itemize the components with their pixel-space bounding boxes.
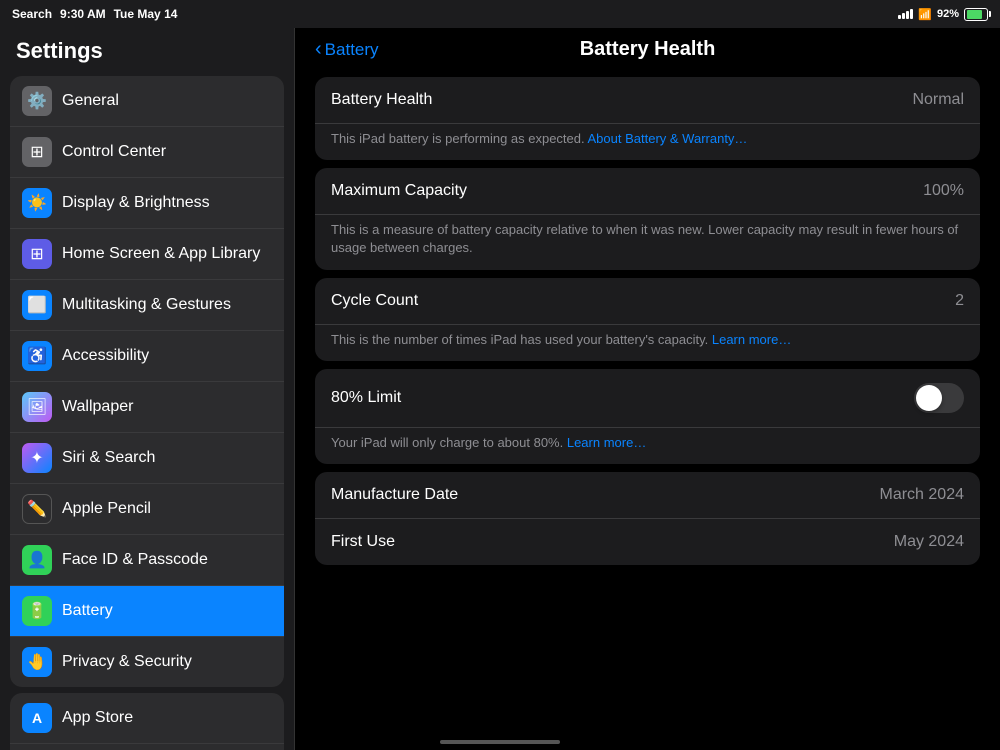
battery-health-value: Normal [912, 91, 964, 109]
limit-label: 80% Limit [331, 389, 401, 407]
wallpaper-icon: 🖼 [22, 392, 52, 422]
sidebar-item-wallpaper[interactable]: 🖼 Wallpaper [10, 382, 284, 433]
siri-label: Siri & Search [62, 449, 272, 467]
sidebar-item-control-center[interactable]: ⊞ Control Center [10, 127, 284, 178]
battery-health-note: This iPad battery is performing as expec… [315, 124, 980, 160]
cycle-count-note: This is the number of times iPad has use… [315, 325, 980, 361]
toggle-knob [916, 385, 942, 411]
privacy-label: Privacy & Security [62, 653, 272, 671]
general-label: General [62, 92, 272, 110]
limit-section: 80% Limit Your iPad will only charge to … [315, 369, 980, 464]
sidebar-item-display[interactable]: ☀️ Display & Brightness [10, 178, 284, 229]
face-id-label: Face ID & Passcode [62, 551, 272, 569]
sidebar-title: Settings [0, 28, 294, 70]
max-capacity-value: 100% [923, 182, 964, 200]
control-center-icon: ⊞ [22, 137, 52, 167]
cycle-count-value: 2 [955, 292, 964, 310]
sidebar-section-2: A App Store 💳 Wallet & Apple Pay [10, 693, 284, 750]
battery-health-row: Battery Health Normal [315, 77, 980, 124]
back-chevron-icon: ‹ [315, 38, 322, 61]
privacy-icon: 🤚 [22, 647, 52, 677]
display-label: Display & Brightness [62, 194, 272, 212]
battery-health-label: Battery Health [331, 91, 432, 109]
battery-warranty-link[interactable]: About Battery & Warranty… [588, 131, 748, 146]
max-capacity-label: Maximum Capacity [331, 182, 467, 200]
battery-health-section: Battery Health Normal This iPad battery … [315, 77, 980, 160]
sidebar-item-general[interactable]: ⚙️ General [10, 76, 284, 127]
max-capacity-row: Maximum Capacity 100% [315, 168, 980, 215]
sidebar-item-wallet[interactable]: 💳 Wallet & Apple Pay [10, 744, 284, 750]
home-indicator [440, 740, 560, 744]
sidebar: Settings ⚙️ General ⊞ Control Center ☀️ … [0, 28, 295, 750]
accessibility-icon: ♿ [22, 341, 52, 371]
main-header: ‹ Battery Battery Health [295, 28, 1000, 69]
sidebar-item-home-screen[interactable]: ⊞ Home Screen & App Library [10, 229, 284, 280]
back-button[interactable]: ‹ Battery [315, 38, 379, 61]
sidebar-item-app-store[interactable]: A App Store [10, 693, 284, 744]
display-icon: ☀️ [22, 188, 52, 218]
sidebar-section-1: ⚙️ General ⊞ Control Center ☀️ Display &… [10, 76, 284, 687]
face-id-icon: 👤 [22, 545, 52, 575]
cycle-count-link[interactable]: Learn more… [712, 332, 791, 347]
max-capacity-section: Maximum Capacity 100% This is a measure … [315, 168, 980, 269]
manufacture-date-row: Manufacture Date March 2024 [315, 472, 980, 519]
home-screen-icon: ⊞ [22, 239, 52, 269]
apple-pencil-label: Apple Pencil [62, 500, 272, 518]
manufacture-date-value: March 2024 [880, 486, 965, 504]
limit-note: Your iPad will only charge to about 80%.… [315, 428, 980, 464]
sidebar-item-battery[interactable]: 🔋 Battery [10, 586, 284, 637]
limit-row: 80% Limit [315, 369, 980, 428]
cycle-count-row: Cycle Count 2 [315, 278, 980, 325]
siri-icon: ✦ [22, 443, 52, 473]
multitasking-label: Multitasking & Gestures [62, 296, 272, 314]
main-content: ‹ Battery Battery Health Battery Health … [295, 28, 1000, 750]
battery-icon [964, 8, 988, 21]
search-label: Search [12, 7, 52, 21]
time-label: 9:30 AM [60, 7, 106, 21]
first-use-label: First Use [331, 533, 395, 551]
sidebar-item-accessibility[interactable]: ♿ Accessibility [10, 331, 284, 382]
page-title: Battery Health [580, 38, 716, 61]
max-capacity-note: This is a measure of battery capacity re… [315, 215, 980, 269]
sidebar-item-siri[interactable]: ✦ Siri & Search [10, 433, 284, 484]
sidebar-item-multitasking[interactable]: ⬜ Multitasking & Gestures [10, 280, 284, 331]
app-store-label: App Store [62, 709, 272, 727]
limit-learn-more-link[interactable]: Learn more… [567, 435, 646, 450]
control-center-label: Control Center [62, 143, 272, 161]
sidebar-item-privacy[interactable]: 🤚 Privacy & Security [10, 637, 284, 687]
cycle-count-label: Cycle Count [331, 292, 418, 310]
date-label: Tue May 14 [114, 7, 178, 21]
app-store-icon: A [22, 703, 52, 733]
signal-icon [898, 9, 913, 19]
status-left: Search 9:30 AM Tue May 14 [12, 7, 177, 21]
battery-label: Battery [62, 602, 272, 620]
home-screen-label: Home Screen & App Library [62, 245, 272, 263]
status-bar: Search 9:30 AM Tue May 14 📶 92% [0, 0, 1000, 28]
app-container: Settings ⚙️ General ⊞ Control Center ☀️ … [0, 28, 1000, 750]
wallpaper-label: Wallpaper [62, 398, 272, 416]
battery-percent: 92% [937, 8, 959, 20]
cycle-count-section: Cycle Count 2 This is the number of time… [315, 278, 980, 361]
accessibility-label: Accessibility [62, 347, 272, 365]
sidebar-item-face-id[interactable]: 👤 Face ID & Passcode [10, 535, 284, 586]
general-icon: ⚙️ [22, 86, 52, 116]
sidebar-item-apple-pencil[interactable]: ✏️ Apple Pencil [10, 484, 284, 535]
apple-pencil-icon: ✏️ [22, 494, 52, 524]
first-use-value: May 2024 [894, 533, 964, 551]
wifi-icon: 📶 [918, 8, 932, 21]
status-right: 📶 92% [898, 8, 988, 21]
limit-toggle[interactable] [914, 383, 964, 413]
back-label: Battery [325, 40, 379, 60]
first-use-row: First Use May 2024 [315, 519, 980, 565]
battery-sidebar-icon: 🔋 [22, 596, 52, 626]
multitasking-icon: ⬜ [22, 290, 52, 320]
manufacture-date-label: Manufacture Date [331, 486, 458, 504]
dates-section: Manufacture Date March 2024 First Use Ma… [315, 472, 980, 565]
